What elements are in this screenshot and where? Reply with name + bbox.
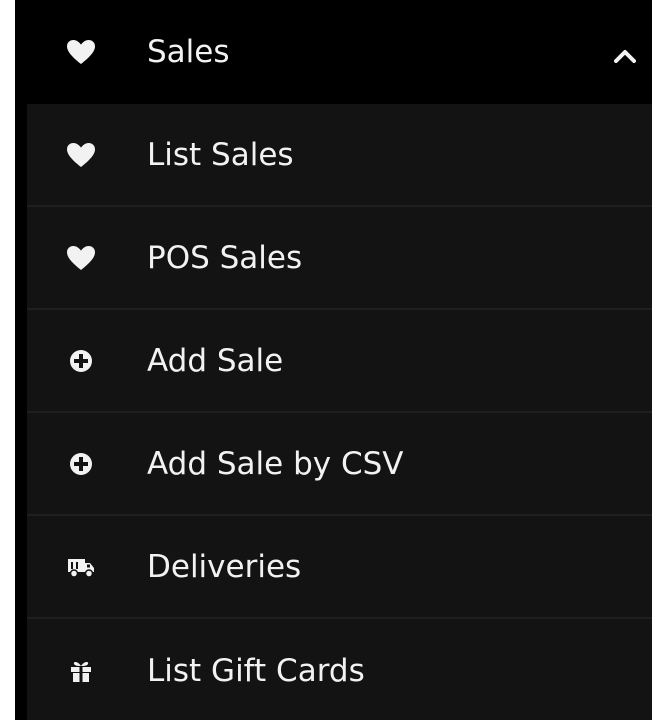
menu-item-list-sales[interactable]: List Sales	[27, 104, 652, 207]
menu-item-label: Add Sale by CSV	[147, 445, 404, 482]
heart-icon	[66, 245, 96, 271]
menu-item-label: List Gift Cards	[147, 652, 365, 689]
chevron-up-icon[interactable]	[614, 48, 636, 67]
heart-icon	[66, 142, 96, 168]
sales-submenu: List Sales POS Sales Add Sale Add Sale b…	[27, 104, 652, 722]
menu-item-label: Add Sale	[147, 342, 284, 379]
heart-icon	[66, 39, 96, 65]
menu-header-sales[interactable]: Sales	[27, 0, 652, 104]
menu-item-add-sale[interactable]: Add Sale	[27, 310, 652, 413]
menu-item-label: List Sales	[147, 136, 294, 173]
plus-circle-icon	[69, 452, 93, 476]
gift-icon	[68, 658, 94, 684]
menu-item-label: Deliveries	[147, 548, 302, 585]
menu-item-pos-sales[interactable]: POS Sales	[27, 207, 652, 310]
menu-item-add-sale-by-csv[interactable]: Add Sale by CSV	[27, 413, 652, 516]
truck-icon	[66, 556, 96, 578]
plus-circle-icon	[69, 349, 93, 373]
menu-item-list-gift-cards[interactable]: List Gift Cards	[27, 619, 652, 722]
sales-sidebar-menu: Sales List Sales POS Sales Add Sale Add …	[15, 0, 652, 720]
menu-item-deliveries[interactable]: Deliveries	[27, 516, 652, 619]
menu-header-label: Sales	[147, 34, 230, 70]
menu-item-label: POS Sales	[147, 239, 303, 276]
